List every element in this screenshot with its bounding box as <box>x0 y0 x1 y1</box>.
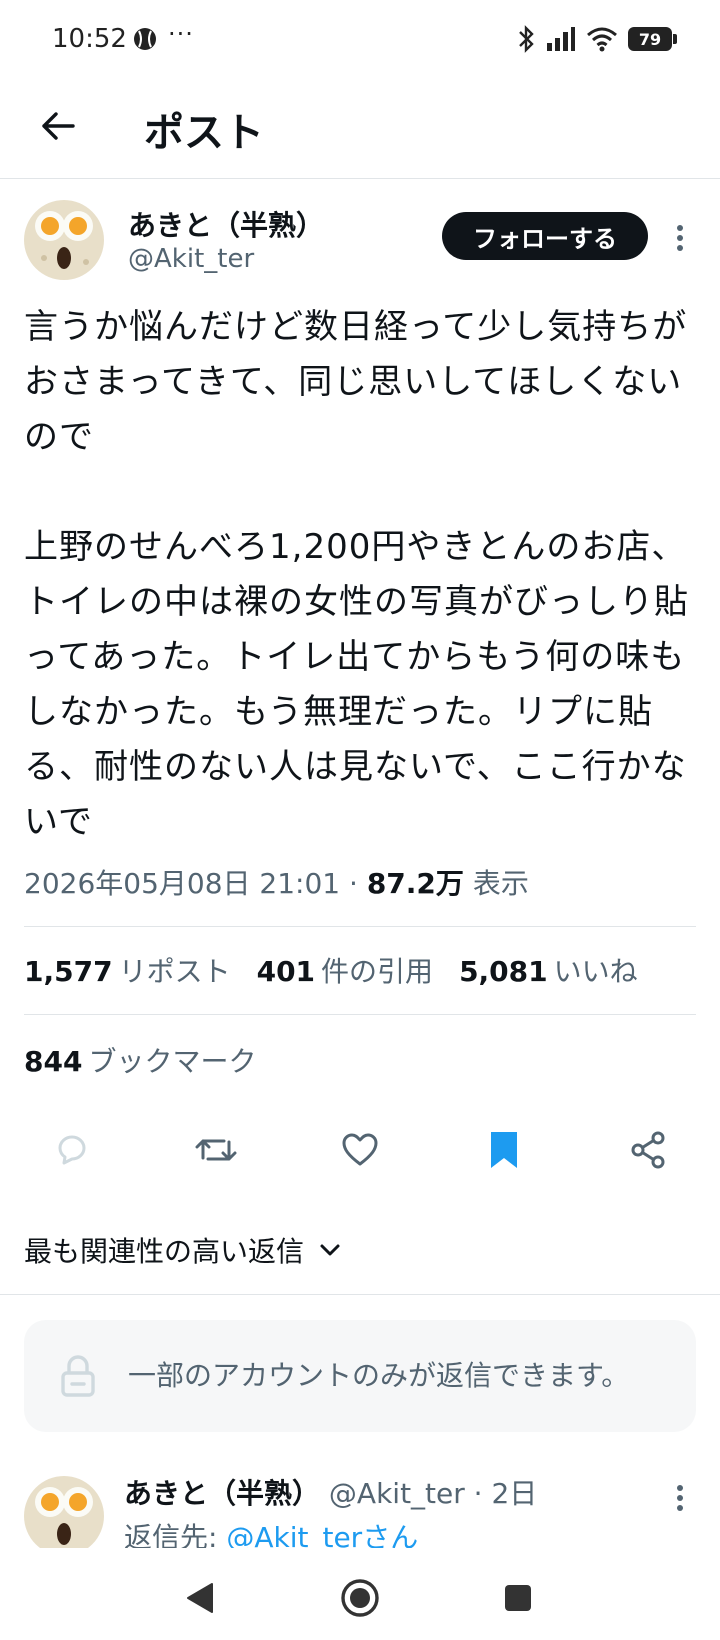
avatar-image <box>24 1476 104 1548</box>
reply-item[interactable]: あきと（半熟） @Akit_ter · 2日 返信先: @Akit_terさん <box>0 1468 720 1548</box>
reply-to-line: 返信先: @Akit_terさん <box>124 1516 418 1548</box>
signal-icon <box>547 27 575 51</box>
app-header: ポスト <box>0 80 720 179</box>
reply-author-name[interactable]: あきと（半熟） <box>124 1477 320 1510</box>
likes-stat[interactable]: 5,081 いいね <box>459 950 638 990</box>
author-handle[interactable]: @Akit_ter <box>128 244 254 274</box>
share-icon <box>631 1131 665 1169</box>
author-name[interactable]: あきと（半熟） <box>128 204 324 244</box>
system-nav-bar <box>0 1556 720 1640</box>
post-timestamp[interactable]: 2026年05月08日 21:01 <box>24 867 340 900</box>
views-label: 表示 <box>472 867 529 900</box>
status-bar: 10:52 ··· 79 <box>0 0 720 80</box>
battery-level: 79 <box>638 29 662 49</box>
divider <box>24 1014 696 1015</box>
bookmarks-label: ブックマーク <box>88 1045 257 1078</box>
action-bar <box>0 1122 720 1182</box>
reply-to-user-link[interactable]: @Akit_terさん <box>226 1521 418 1548</box>
reply-time: · 2日 <box>473 1477 538 1510</box>
wifi-icon <box>587 27 617 52</box>
reply-author-handle[interactable]: @Akit_ter <box>329 1477 465 1510</box>
baseball-icon <box>134 28 156 50</box>
quotes-stat[interactable]: 401 件の引用 <box>257 950 433 990</box>
nav-home-button[interactable] <box>332 1570 388 1626</box>
likes-label: いいね <box>553 955 638 988</box>
bookmarks-stat: 844 ブックマーク <box>24 1040 256 1080</box>
meta-separator: · <box>349 867 358 900</box>
quotes-label: 件の引用 <box>321 955 434 988</box>
reply-avatar[interactable] <box>24 1476 104 1548</box>
reply-sort-dropdown[interactable]: 最も関連性の高い返信 <box>24 1230 342 1270</box>
reply-icon <box>58 1135 86 1165</box>
share-button[interactable] <box>620 1122 676 1178</box>
divider <box>24 926 696 927</box>
views-count: 87.2万 <box>366 867 464 900</box>
reply-header: あきと（半熟） @Akit_ter · 2日 <box>124 1472 537 1512</box>
bookmarks-count: 844 <box>24 1045 83 1078</box>
bluetooth-icon <box>519 25 534 53</box>
retweet-icon <box>195 1139 237 1161</box>
square-recents-icon <box>505 1585 531 1611</box>
post-stats: 1,577 リポスト 401 件の引用 5,081 いいね <box>24 950 638 990</box>
follow-button[interactable]: フォローする <box>442 212 648 260</box>
like-button[interactable] <box>332 1122 388 1178</box>
notification-dots: ··· <box>168 20 194 48</box>
page-title: ポスト <box>144 110 264 156</box>
repost-button[interactable] <box>188 1122 244 1178</box>
home-circle-icon <box>341 1579 379 1617</box>
post-meta: 2026年05月08日 21:01 · 87.2万 表示 <box>24 862 529 902</box>
heart-icon <box>342 1133 378 1166</box>
sort-label: 最も関連性の高い返信 <box>24 1235 305 1268</box>
reply-button[interactable] <box>44 1122 100 1178</box>
divider <box>0 1294 720 1295</box>
avatar-image <box>24 200 104 280</box>
reposts-stat[interactable]: 1,577 リポスト <box>24 950 231 990</box>
more-vertical-icon[interactable] <box>666 1478 694 1518</box>
reply-to-label: 返信先: <box>124 1521 227 1548</box>
lock-icon <box>61 1355 95 1397</box>
post-author: あきと（半熟） @Akit_ter フォローする <box>0 200 720 290</box>
battery-indicator: 79 <box>628 27 677 51</box>
author-avatar[interactable] <box>24 200 104 280</box>
status-time: 10:52 <box>52 24 127 54</box>
nav-recents-button[interactable] <box>490 1570 546 1626</box>
reply-restriction-notice: 一部のアカウントのみが返信できます。 <box>24 1320 696 1432</box>
back-button[interactable] <box>34 102 82 150</box>
nav-back-button[interactable] <box>172 1570 228 1626</box>
chevron-down-icon <box>320 1244 340 1256</box>
quotes-count: 401 <box>256 955 316 988</box>
bookmark-filled-icon <box>491 1132 517 1168</box>
restriction-text: 一部のアカウントのみが返信できます。 <box>128 1359 630 1392</box>
reposts-count: 1,577 <box>24 955 113 988</box>
bookmark-button[interactable] <box>476 1122 532 1178</box>
more-vertical-icon[interactable] <box>666 218 694 258</box>
likes-count: 5,081 <box>459 955 548 988</box>
reposts-label: リポスト <box>118 955 231 988</box>
post-text: 言うか悩んだけど数日経って少し気持ちがおさまってきて、同じ思いしてほしくないので… <box>24 307 689 842</box>
triangle-back-icon <box>187 1583 213 1613</box>
back-arrow-icon <box>42 112 75 140</box>
